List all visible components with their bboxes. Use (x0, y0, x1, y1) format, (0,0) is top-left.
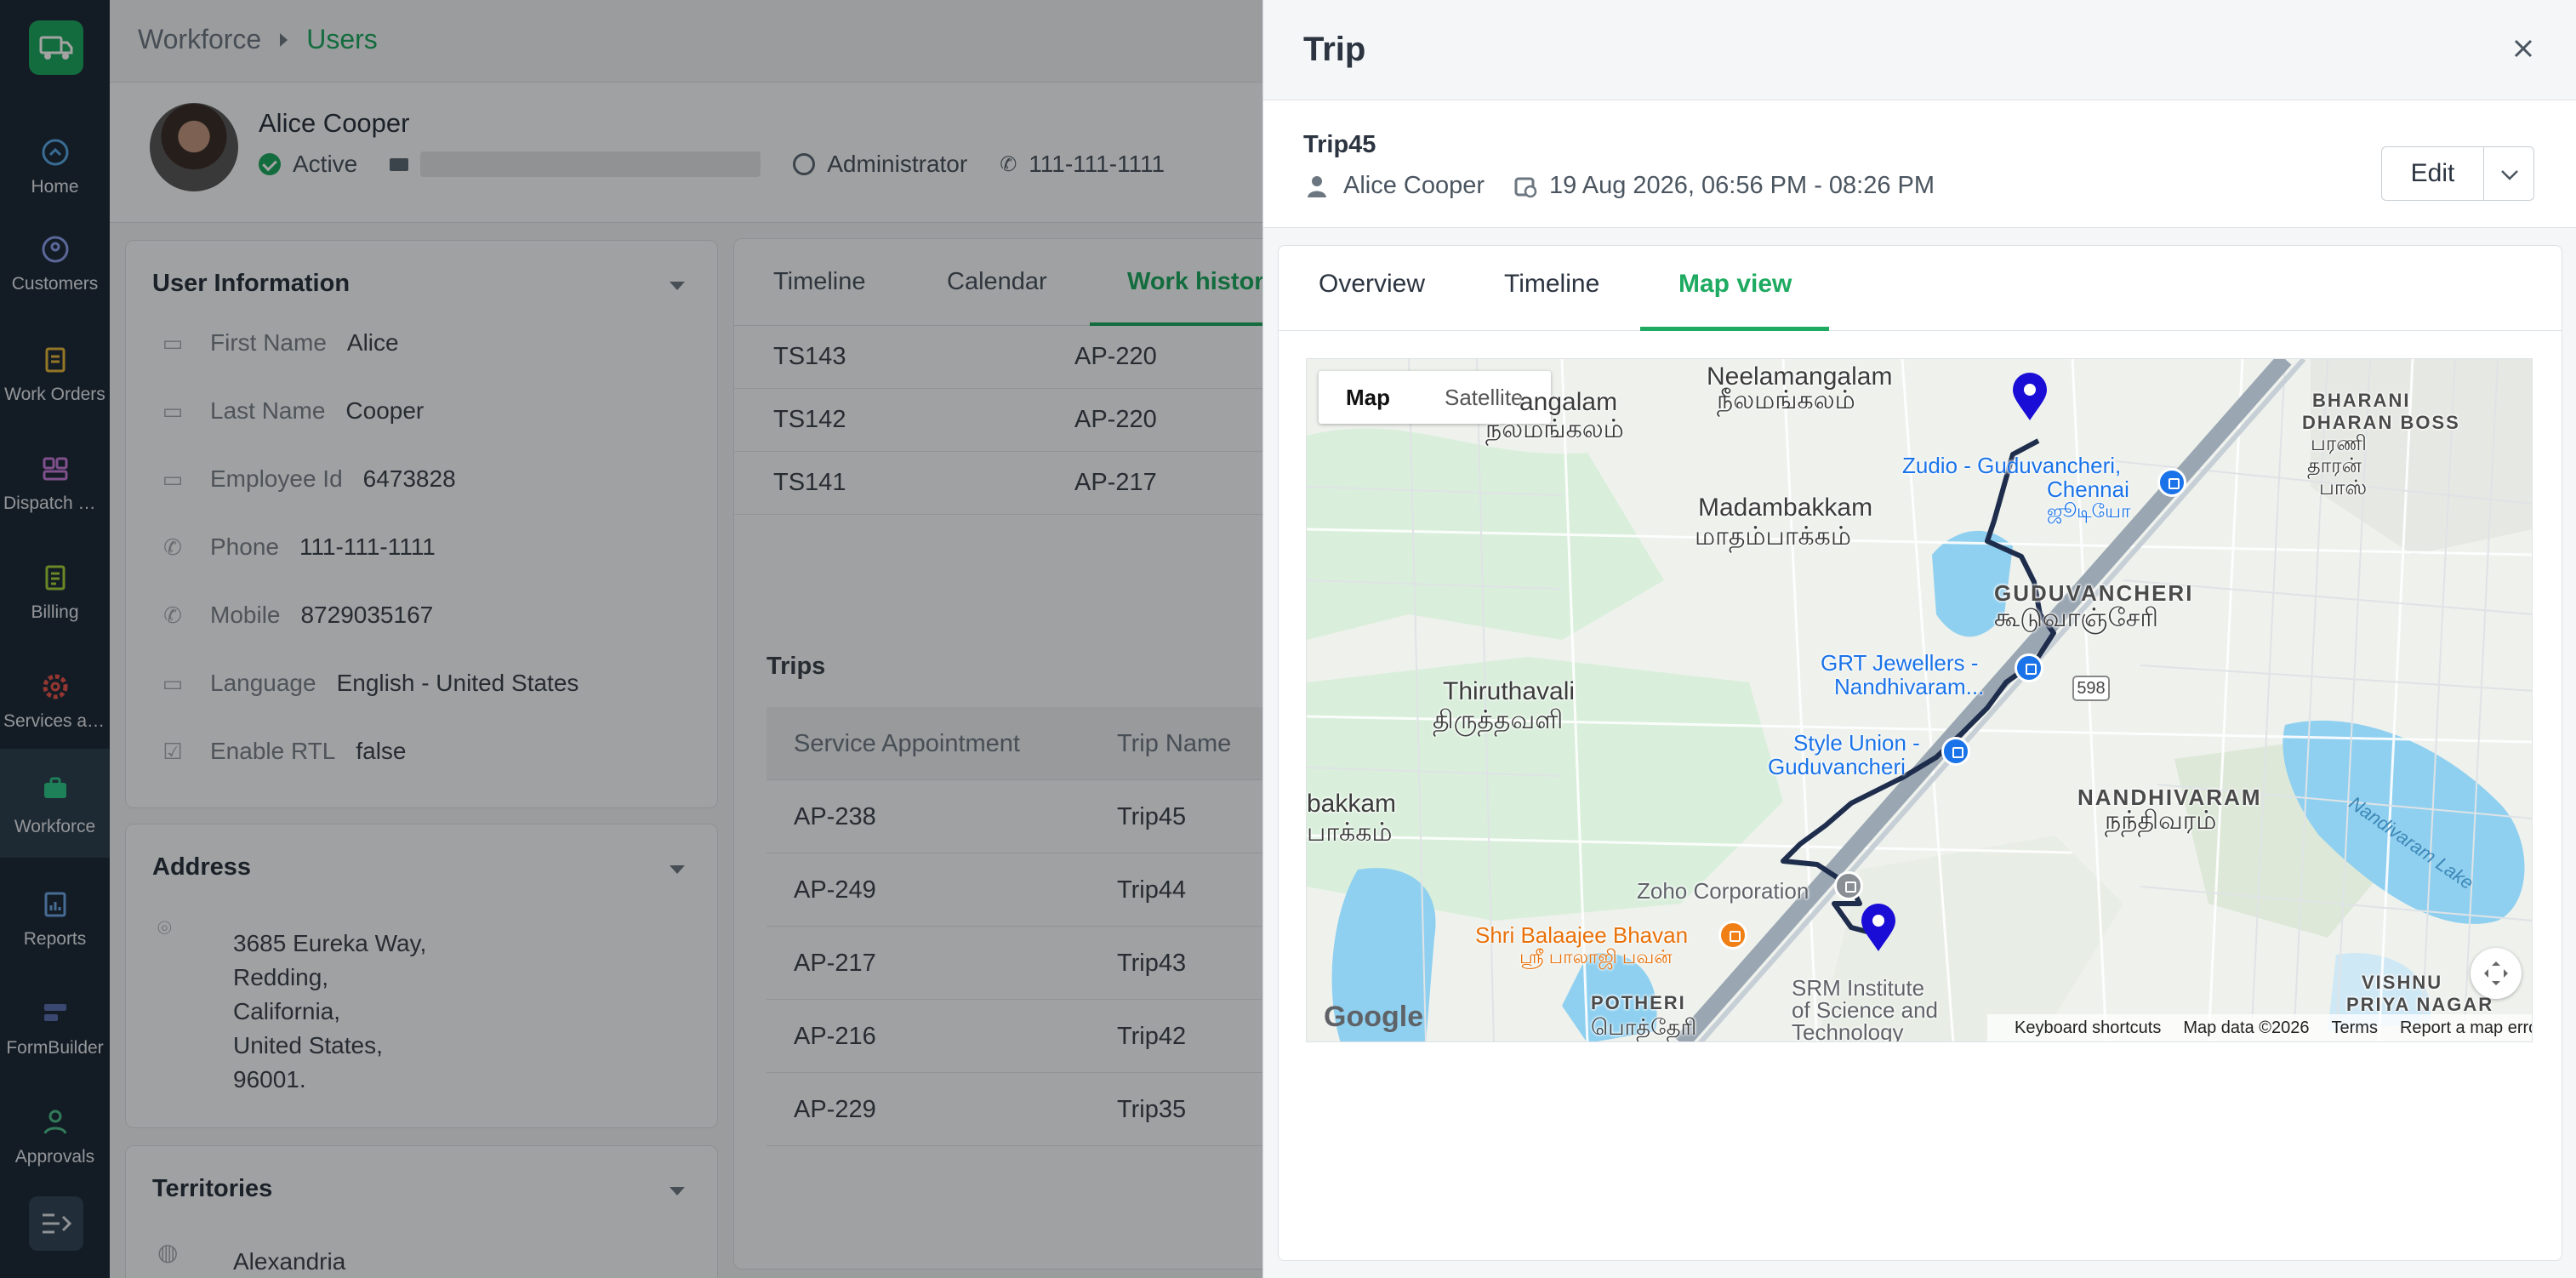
edit-button[interactable]: Edit (2381, 146, 2483, 201)
poi-marker[interactable] (1718, 921, 1747, 950)
map-label: Style Union - (1793, 730, 1920, 756)
map-label: Zoho Corporation (1637, 878, 1809, 904)
map-label: BHARANI (2312, 390, 2411, 411)
drawer-header: Trip (1263, 0, 2576, 100)
google-logo: Google (1324, 1001, 1424, 1033)
map-label: Chennai (2047, 476, 2129, 502)
trip-map[interactable]: Map Satellite Neelamangalam நீலமங்கலம் a… (1306, 358, 2533, 1042)
poi-marker[interactable] (2015, 653, 2043, 682)
trip-name: Trip45 (1303, 131, 1376, 158)
map-label: DHARAN BOSS (2302, 412, 2460, 433)
keyboard-shortcuts-link[interactable]: Keyboard shortcuts (2015, 1018, 2161, 1038)
trip-tabs: Overview Timeline Map view (1279, 246, 2562, 331)
map-label: PRIYA NAGAR (2346, 994, 2494, 1015)
poi-marker[interactable] (1834, 871, 1863, 900)
trip-meta: Alice Cooper 19 Aug 2026, 06:56 PM - 08:… (1306, 172, 1935, 200)
modal-backdrop[interactable] (0, 0, 1262, 1278)
map-label: GUDUVANCHERI (1994, 580, 2194, 606)
terms-link[interactable]: Terms (2332, 1018, 2378, 1038)
map-label: Guduvancheri (1768, 754, 1906, 779)
map-label: பொத்தேரி (1591, 1014, 1697, 1040)
map-label: நலமங்கலம் (1485, 415, 1624, 443)
map-label: ஸ்ரீ பாலாஜி பவன் (1519, 946, 1673, 967)
close-icon[interactable] (2509, 34, 2538, 63)
trip-datetime: 19 Aug 2026, 06:56 PM - 08:26 PM (1549, 172, 1935, 199)
map-label: Nandhivaram... (1834, 674, 1985, 699)
trip-start-pin-icon[interactable] (1860, 904, 1897, 953)
map-label: Madambakkam (1698, 494, 1873, 522)
poi-marker[interactable] (2157, 468, 2186, 497)
route-shield: 598 (2072, 676, 2110, 701)
edit-options-button[interactable] (2483, 146, 2534, 201)
map-label: GRT Jewellers - (1821, 650, 1979, 676)
map-label: கூடுவாஞ்சேரி (1994, 604, 2158, 632)
fullscreen-icon (2484, 961, 2508, 985)
map-label: Shri Balaajee Bhavan (1475, 922, 1689, 948)
map-label: angalam (1519, 388, 1618, 416)
map-label: நந்திவரம் (2105, 807, 2217, 835)
map-label: VISHNU (2362, 972, 2443, 993)
tab-map-view[interactable]: Map view (1678, 270, 1792, 299)
map-label: Zudio - Guduvancheri, (1902, 453, 2122, 478)
map-label: பாக்கம் (1307, 819, 1393, 847)
trip-drawer: Trip Trip45 Alice Cooper 19 Aug 2026, 06… (1262, 0, 2576, 1278)
chevron-down-icon (2501, 170, 2518, 180)
map-label: Thiruthavali (1443, 677, 1576, 705)
map-label: மாதம்பாக்கம் (1695, 522, 1852, 551)
map-label: ஜூடியோ (2047, 500, 2131, 522)
drawer-title: Trip (1303, 31, 1366, 68)
trip-info: Trip45 Alice Cooper 19 Aug 2026, 06:56 P… (1263, 100, 2576, 228)
map-label: bakkam (1307, 790, 1397, 818)
map-data-text: Map data ©2026 (2183, 1018, 2310, 1037)
trip-end-pin-icon[interactable] (2011, 373, 2049, 422)
map-label: நீலமங்கலம் (1717, 386, 1855, 414)
trip-owner: Alice Cooper (1343, 172, 1485, 199)
map-attribution: Keyboard shortcuts Map data ©2026 Terms … (1987, 1014, 2532, 1041)
map-label: திருத்தவளி (1433, 706, 1564, 734)
map-label: POTHERI (1591, 992, 1686, 1013)
poi-marker[interactable] (1941, 737, 1970, 766)
trip-details-card: Overview Timeline Map view Map Satellite… (1278, 245, 2562, 1261)
report-error-link[interactable]: Report a map error (2400, 1018, 2532, 1038)
map-label: Technology (1792, 1019, 1904, 1042)
calendar-clock-icon (1514, 177, 1537, 197)
tab-timeline[interactable]: Timeline (1504, 270, 1599, 299)
tab-overview[interactable]: Overview (1319, 270, 1425, 299)
active-tab-indicator (1640, 327, 1829, 331)
map-type-map[interactable]: Map (1319, 371, 1417, 424)
fullscreen-button[interactable] (2471, 948, 2522, 999)
map-label: பாஸ் (2319, 476, 2368, 499)
user-icon (1308, 175, 1326, 197)
